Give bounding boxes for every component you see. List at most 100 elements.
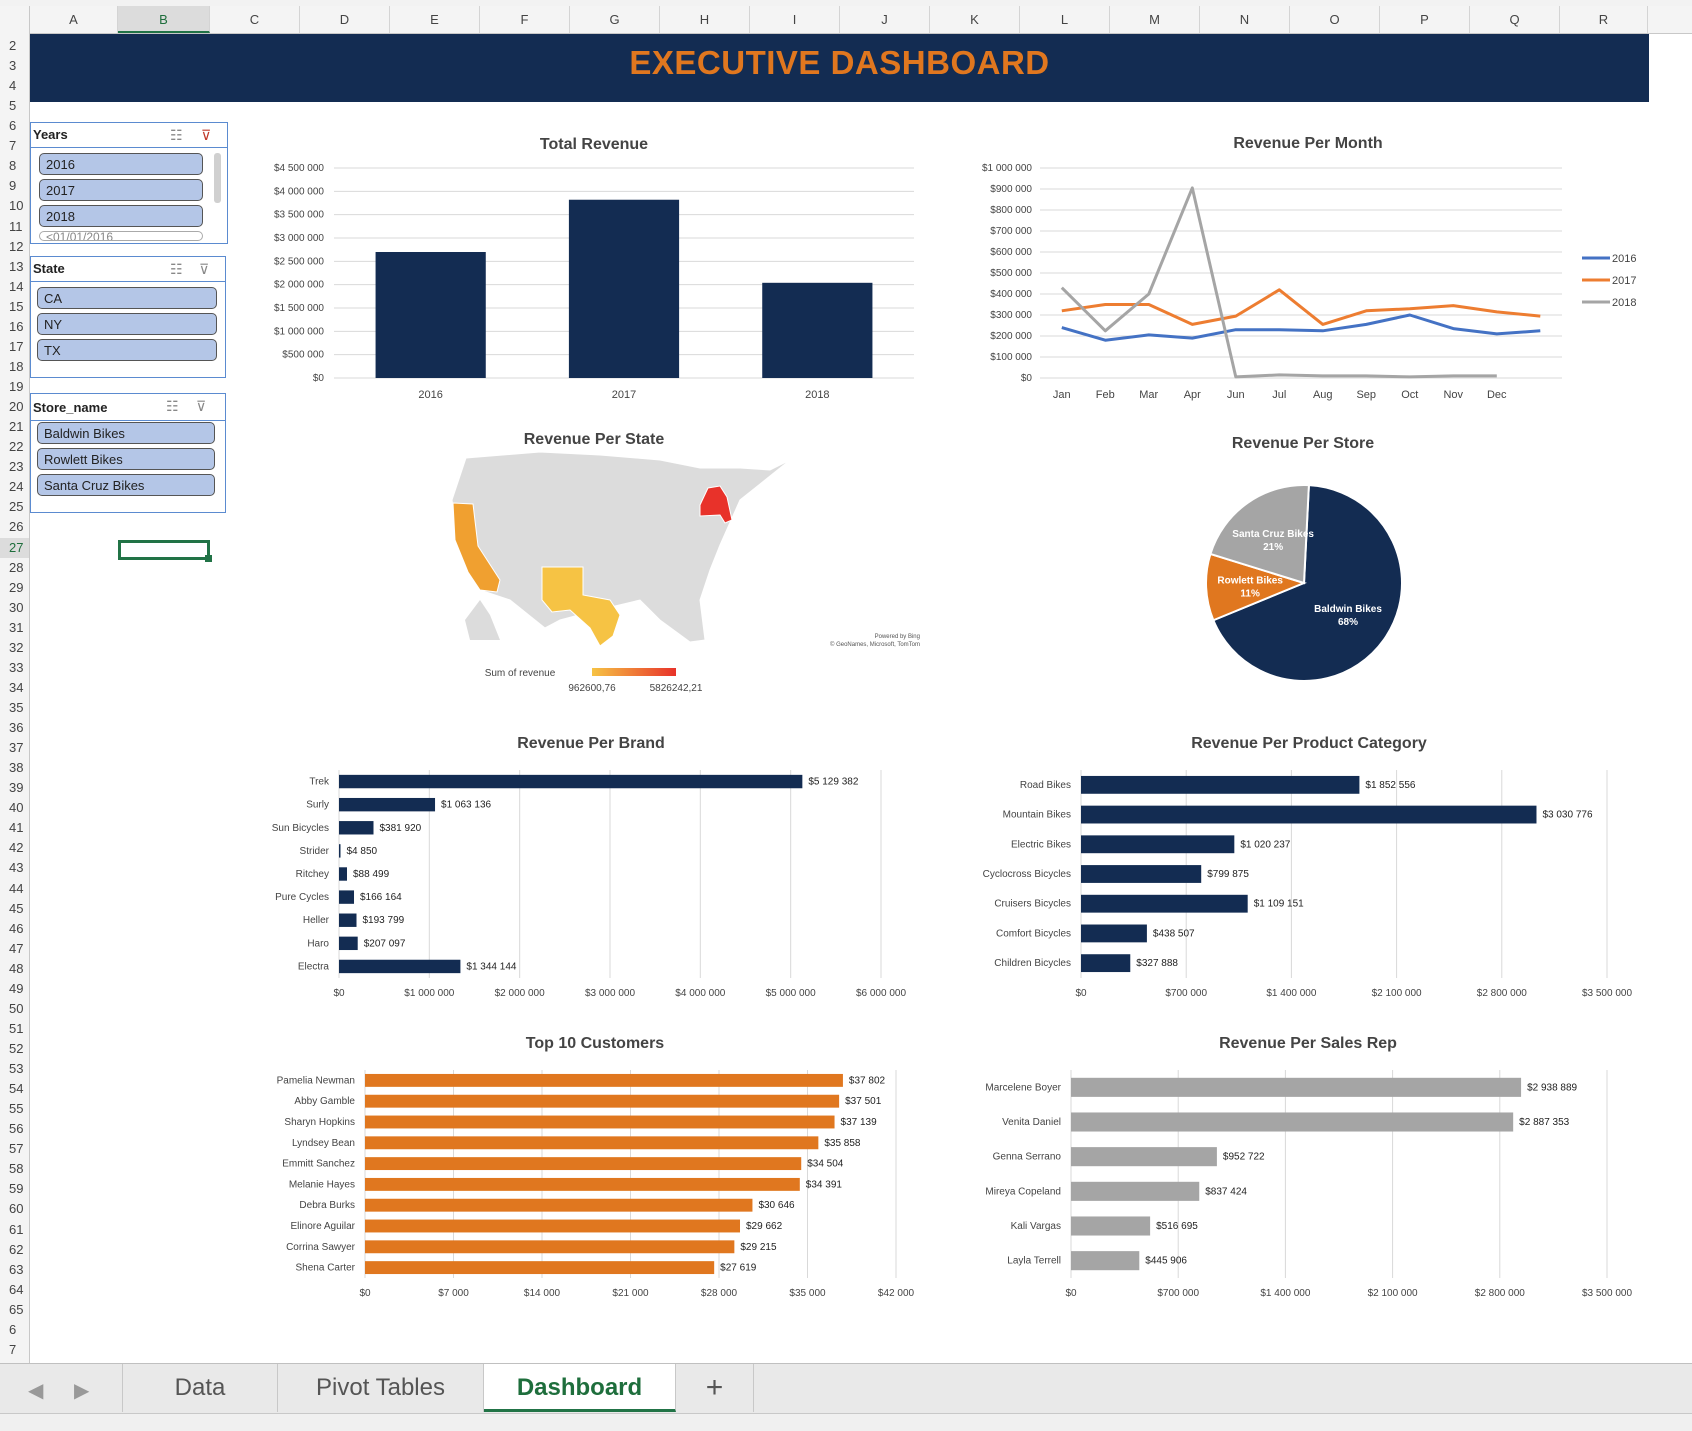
- category-label: Sharyn Hopkins: [284, 1117, 355, 1128]
- data-label: $88 499: [353, 869, 390, 880]
- x-tick-label: $0: [1065, 1288, 1077, 1299]
- bar-heller: [339, 913, 357, 927]
- bar-2018: [762, 282, 873, 378]
- x-tick-label: Feb: [1096, 389, 1115, 401]
- pie-label: Santa Cruz Bikes: [1232, 529, 1314, 540]
- category-label: Mireya Copeland: [985, 1186, 1061, 1197]
- data-label: $327 888: [1136, 958, 1178, 969]
- x-tick-label: $2 800 000: [1475, 1288, 1525, 1299]
- data-label: $37 802: [849, 1075, 886, 1086]
- x-tick-label: $1 000 000: [404, 988, 454, 999]
- data-label: $34 504: [807, 1159, 844, 1170]
- status-bar: [0, 1413, 1692, 1431]
- tab-pivot-tables[interactable]: Pivot Tables: [278, 1364, 484, 1412]
- x-tick-label: Sep: [1356, 389, 1376, 401]
- x-tick-label: 2018: [805, 389, 829, 401]
- category-label: Kali Vargas: [1011, 1221, 1061, 1232]
- y-tick-label: $3 000 000: [274, 233, 324, 244]
- bar-cruisers-bicycles: [1081, 894, 1248, 913]
- data-label: $381 920: [380, 823, 422, 834]
- bar-corrina-sawyer: [365, 1240, 735, 1254]
- data-label: $516 695: [1156, 1221, 1198, 1232]
- total-revenue-chart: Total Revenue $0 $500 000 $1 000 000 $1 500 …: [274, 136, 914, 401]
- chart-title: Revenue Per State: [524, 431, 665, 448]
- alaska-shape: [465, 600, 500, 640]
- data-label: $37 501: [845, 1096, 882, 1107]
- y-tick-label: $4 000 000: [274, 186, 324, 197]
- x-tick-label: Jul: [1272, 389, 1286, 401]
- legend-label-2017: 2017: [1612, 275, 1636, 287]
- x-tick-label: $2 000 000: [495, 988, 545, 999]
- category-label: Melanie Hayes: [289, 1179, 355, 1190]
- usa-map-base: [451, 451, 791, 643]
- category-label: Shena Carter: [296, 1263, 356, 1274]
- data-label: $2 938 889: [1527, 1082, 1577, 1093]
- category-label: Sun Bicycles: [272, 823, 329, 834]
- x-tick-label: $0: [333, 988, 345, 999]
- data-label: $952 722: [1223, 1152, 1265, 1163]
- bar-marcelene-boyer: [1071, 1077, 1522, 1097]
- x-tick-label: $2 100 000: [1368, 1288, 1418, 1299]
- prev-sheet-icon[interactable]: ◀: [28, 1378, 43, 1403]
- chart-title: Revenue Per Sales Rep: [1219, 1035, 1397, 1052]
- map-legend-gradient: [592, 668, 676, 676]
- y-tick-label: $900 000: [990, 184, 1032, 195]
- y-tick-label: $300 000: [990, 310, 1032, 321]
- tab-data[interactable]: Data: [122, 1364, 278, 1412]
- category-label: Haro: [307, 938, 329, 949]
- y-tick-label: $4 500 000: [274, 163, 324, 174]
- data-label: $1 020 237: [1240, 839, 1290, 850]
- category-label: Cyclocross Bicycles: [983, 869, 1071, 880]
- x-tick-label: $2 100 000: [1372, 988, 1422, 999]
- bar-melanie-hayes: [365, 1177, 800, 1191]
- y-tick-label: $500 000: [282, 350, 324, 361]
- x-tick-label: $700 000: [1165, 988, 1207, 999]
- category-label: Pure Cycles: [275, 892, 329, 903]
- x-tick-label: Jun: [1227, 389, 1245, 401]
- data-label: $193 799: [363, 915, 405, 926]
- x-tick-label: $21 000: [612, 1288, 649, 1299]
- data-label: $837 424: [1205, 1186, 1247, 1197]
- data-label: $207 097: [364, 938, 406, 949]
- category-label: Electric Bikes: [1011, 839, 1071, 850]
- category-label: Abby Gamble: [294, 1096, 355, 1107]
- series-line-2018: [1060, 186, 1497, 379]
- data-label: $445 906: [1145, 1256, 1187, 1267]
- add-sheet-button[interactable]: +: [676, 1364, 754, 1412]
- bar-mireya-copeland: [1071, 1181, 1200, 1201]
- data-label: $37 139: [841, 1117, 878, 1128]
- map-legend-label: Sum of revenue: [485, 668, 556, 679]
- tab-dashboard[interactable]: Dashboard: [484, 1364, 676, 1412]
- top-customers-chart: Top 10 Customers $0 $7 000 $14 000 $21 000 $2…: [277, 1035, 915, 1299]
- bar-surly: [339, 797, 436, 812]
- revenue-per-month-chart: Revenue Per Month $0 $100 000 $200 000 $300 …: [982, 135, 1637, 401]
- y-tick-label: $2 500 000: [274, 256, 324, 267]
- x-tick-label: 2016: [418, 389, 442, 401]
- revenue-per-category-chart: Revenue Per Product Category $0 $700 000 $1…: [983, 735, 1633, 999]
- next-sheet-icon[interactable]: ▶: [74, 1378, 89, 1403]
- bar-pure-cycles: [339, 890, 355, 904]
- revenue-per-state-map: Revenue Per State Powered by Bing © GeoN…: [451, 431, 920, 694]
- pie-pct: 21%: [1263, 542, 1283, 553]
- x-tick-label: $2 800 000: [1477, 988, 1527, 999]
- pie-label: Baldwin Bikes: [1314, 604, 1382, 615]
- map-legend-max: 5826242,21: [650, 683, 703, 694]
- y-tick-label: $2 000 000: [274, 280, 324, 291]
- data-label: $5 129 382: [808, 777, 858, 788]
- chart-title: Total Revenue: [540, 136, 648, 153]
- bar-2017: [568, 199, 680, 378]
- data-label: $3 030 776: [1542, 810, 1592, 821]
- x-tick-label: $7 000: [438, 1288, 469, 1299]
- bar-ritchey: [339, 867, 347, 881]
- chart-title: Revenue Per Month: [1233, 135, 1382, 152]
- revenue-per-store-chart: Revenue Per Store Baldwin Bikes 68% Rowlett…: [1205, 435, 1403, 682]
- data-label: $166 164: [360, 892, 402, 903]
- revenue-per-rep-chart: Revenue Per Sales Rep $0 $700 000 $1 400 00…: [985, 1035, 1632, 1299]
- x-tick-label: $3 000 000: [585, 988, 635, 999]
- map-legend-min: 962600,76: [568, 683, 616, 694]
- chart-title: Revenue Per Brand: [517, 735, 665, 752]
- dashboard-charts: Total Revenue $0 $500 000 $1 000 000 $1 500 …: [272, 135, 1637, 1299]
- bar-debra-burks: [365, 1198, 753, 1212]
- data-label: $35 858: [824, 1138, 861, 1149]
- x-tick-label: Nov: [1443, 389, 1463, 401]
